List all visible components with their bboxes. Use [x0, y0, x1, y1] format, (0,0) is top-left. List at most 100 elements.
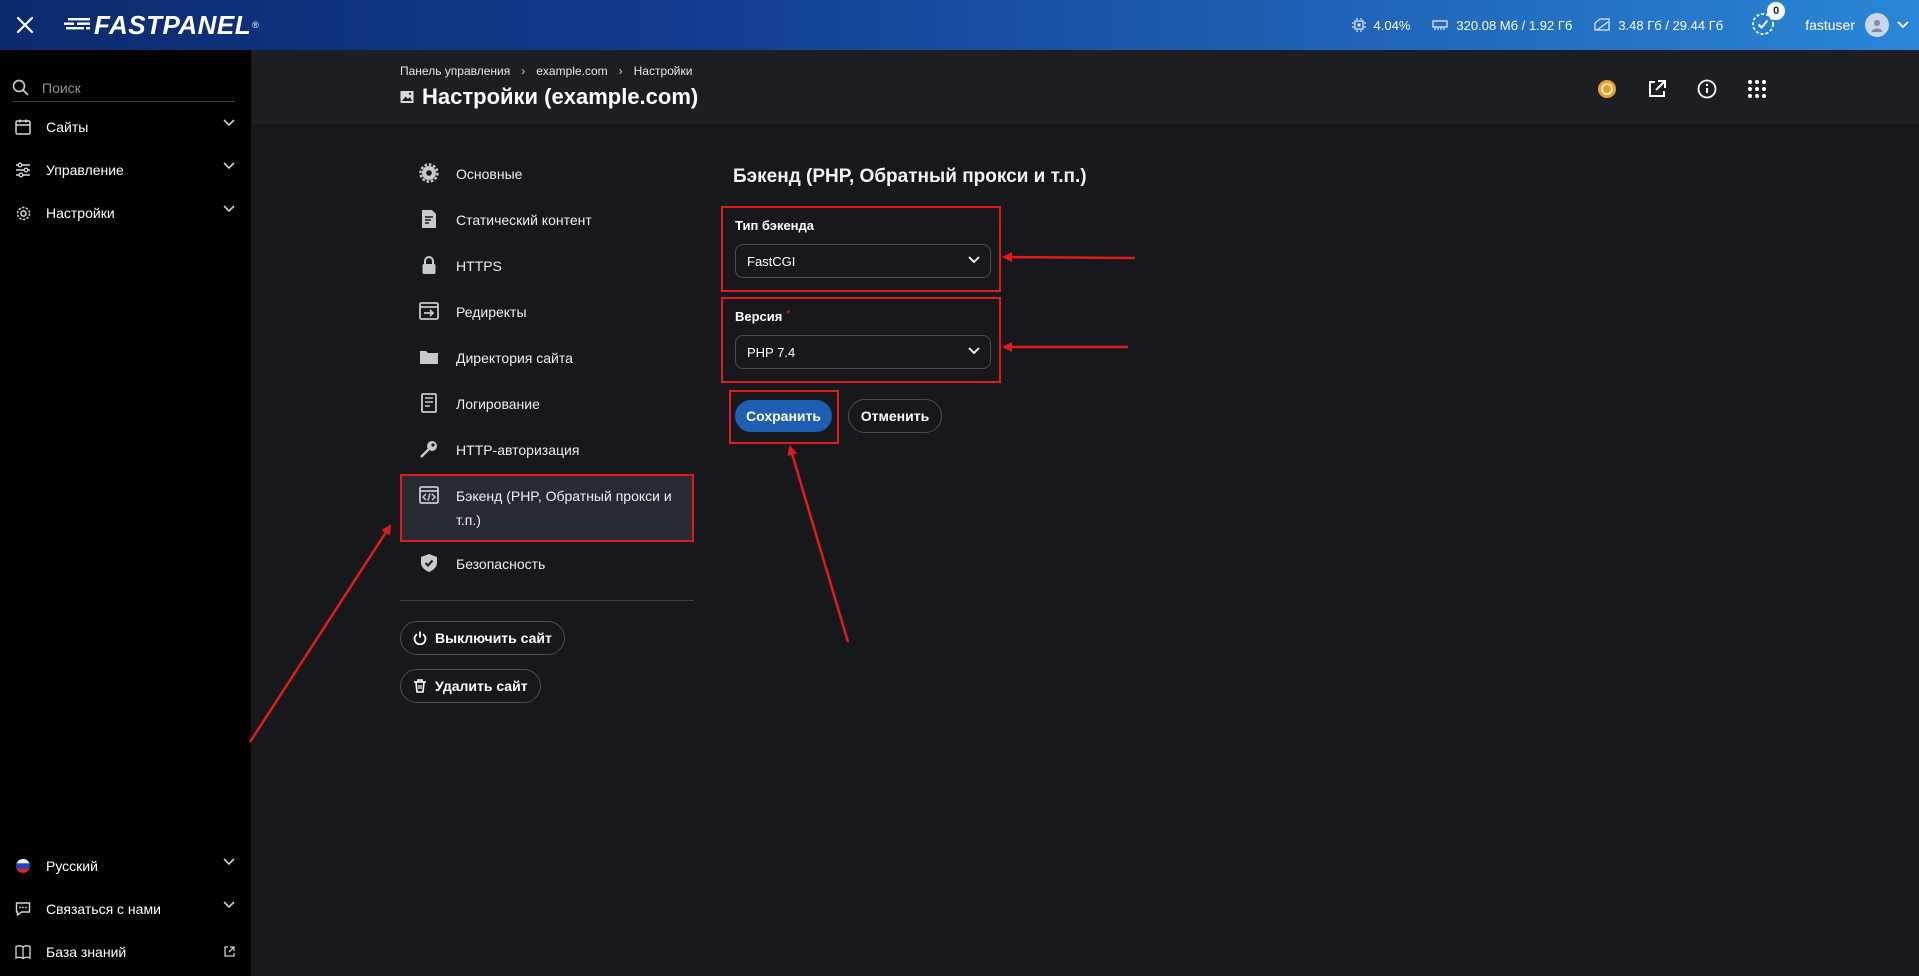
- brand-registered-mark: ®: [252, 20, 259, 30]
- sidebar-item-label: База знаний: [46, 944, 127, 960]
- breadcrumb-control-panel[interactable]: Панель управления: [400, 64, 510, 78]
- cpu-value: 4.04%: [1373, 17, 1411, 33]
- version-label: Версия *: [735, 309, 790, 324]
- settings-menu-label: HTTP-авторизация: [456, 442, 580, 458]
- settings-menu-label: Директория сайта: [456, 350, 573, 366]
- external-link-icon: [224, 946, 235, 957]
- settings-menu-item-backend[interactable]: Бэкенд (PHP, Обратный прокси и т.п.): [400, 474, 694, 542]
- settings-menu-label: Безопасность: [456, 556, 546, 572]
- chevron-down-icon: [223, 119, 235, 127]
- lock-icon: [418, 254, 440, 276]
- cancel-button[interactable]: Отменить: [848, 399, 942, 433]
- key-icon: [418, 438, 440, 460]
- document-icon: [418, 208, 440, 230]
- sidebar-item-label: Управление: [46, 162, 124, 178]
- version-value: PHP 7.4: [747, 344, 796, 360]
- avatar: [1865, 13, 1889, 37]
- sidebar-item-label: Настройки: [46, 205, 115, 221]
- settings-menu-label: Статический контент: [456, 212, 592, 228]
- cpu-icon: [1351, 18, 1366, 32]
- delete-site-button[interactable]: Удалить сайт: [400, 669, 541, 703]
- grid-icon: [1748, 80, 1766, 98]
- sidebar: Поиск Сайты Управление Настройки Русский…: [0, 50, 251, 976]
- user-icon: [1871, 20, 1883, 32]
- settings-menu-label: Логирование: [456, 396, 540, 412]
- delete-site-label: Удалить сайт: [435, 678, 528, 694]
- settings-menu-label: HTTPS: [456, 258, 502, 274]
- chevron-down-icon: [223, 205, 235, 213]
- save-button[interactable]: Сохранить: [735, 400, 832, 432]
- info-button[interactable]: [1695, 77, 1719, 101]
- cpu-stat: 4.04%: [1351, 17, 1411, 33]
- required-mark: *: [786, 309, 791, 320]
- image-icon: [400, 91, 414, 103]
- version-label-text: Версия: [735, 309, 783, 324]
- fastpanel-logo[interactable]: FASTPANEL ®: [64, 10, 259, 41]
- memory-value: 320.08 Мб / 1.92 Гб: [1456, 17, 1573, 33]
- tasks-button[interactable]: 0: [1751, 1, 1786, 39]
- trash-icon: [414, 679, 426, 693]
- sidebar-item-settings[interactable]: Настройки: [0, 193, 251, 233]
- settings-menu-item-logging[interactable]: Логирование: [400, 382, 694, 428]
- sidebar-item-language[interactable]: Русский: [0, 846, 251, 886]
- coin-icon: [1598, 80, 1616, 98]
- settings-menu-item-general[interactable]: Основные: [400, 152, 694, 198]
- billing-coin-button[interactable]: [1595, 77, 1619, 101]
- disk-icon: [1594, 18, 1610, 31]
- backend-type-field: Тип бэкенда FastCGI: [721, 206, 1001, 292]
- sidebar-item-contact[interactable]: Связаться с нами: [0, 889, 251, 929]
- sidebar-item-knowledge-base[interactable]: База знаний: [0, 932, 251, 972]
- backend-type-select[interactable]: FastCGI: [735, 244, 991, 278]
- calendar-icon: [14, 118, 32, 136]
- backend-type-value: FastCGI: [747, 253, 796, 269]
- header-actions: [1569, 77, 1769, 101]
- settings-menu-label: Бэкенд (PHP, Обратный прокси и т.п.): [456, 488, 672, 528]
- disable-site-row: Выключить сайт: [400, 621, 694, 655]
- redirect-icon: [418, 300, 440, 322]
- book-icon: [14, 943, 32, 961]
- chevron-down-icon: [968, 256, 980, 264]
- settings-menu-label: Основные: [456, 166, 523, 182]
- settings-menu-item-static-content[interactable]: Статический контент: [400, 198, 694, 244]
- search-icon: [12, 79, 29, 96]
- disk-stat: 3.48 Гб / 29.44 Гб: [1594, 18, 1723, 33]
- apps-grid-button[interactable]: [1745, 77, 1769, 101]
- folder-icon: [418, 346, 440, 368]
- breadcrumb-separator: ›: [521, 64, 526, 78]
- info-icon: [1697, 79, 1717, 99]
- open-site-button[interactable]: [1645, 77, 1669, 101]
- chevron-down-icon: [223, 162, 235, 170]
- version-select[interactable]: PHP 7.4: [735, 335, 991, 369]
- settings-menu: Основные Статический контент HTTPS Редир…: [400, 152, 694, 703]
- disk-value: 3.48 Гб / 29.44 Гб: [1618, 17, 1724, 33]
- settings-menu-item-http-auth[interactable]: HTTP-авторизация: [400, 428, 694, 474]
- settings-menu-item-site-directory[interactable]: Директория сайта: [400, 336, 694, 382]
- code-icon: [418, 484, 440, 506]
- main-content: Основные Статический контент HTTPS Редир…: [251, 124, 1919, 976]
- breadcrumb-site[interactable]: example.com: [536, 64, 607, 78]
- sidebar-item-label: Связаться с нами: [46, 901, 161, 917]
- chat-icon: [14, 900, 32, 918]
- breadcrumb: Панель управления › example.com › Настро…: [400, 64, 692, 78]
- search-input[interactable]: Поиск: [12, 74, 235, 102]
- gear-icon: [14, 204, 32, 222]
- external-link-icon: [1649, 80, 1666, 97]
- close-menu-button[interactable]: [0, 0, 50, 50]
- disable-site-button[interactable]: Выключить сайт: [400, 621, 565, 655]
- breadcrumb-separator: ›: [618, 64, 623, 78]
- sidebar-item-management[interactable]: Управление: [0, 150, 251, 190]
- log-icon: [418, 392, 440, 414]
- settings-menu-item-redirects[interactable]: Редиректы: [400, 290, 694, 336]
- memory-stat: 320.08 Мб / 1.92 Гб: [1432, 18, 1572, 33]
- settings-menu-item-security[interactable]: Безопасность: [400, 542, 694, 588]
- brand-name: FASTPANEL: [94, 9, 252, 40]
- sidebar-item-sites[interactable]: Сайты: [0, 107, 251, 147]
- delete-site-row: Удалить сайт: [400, 669, 694, 703]
- disable-site-label: Выключить сайт: [435, 630, 552, 646]
- chevron-down-icon: [1897, 21, 1909, 29]
- power-icon: [413, 631, 427, 645]
- user-menu[interactable]: fastuser: [1805, 13, 1909, 37]
- version-field: Версия * PHP 7.4: [721, 297, 1001, 383]
- settings-menu-item-https[interactable]: HTTPS: [400, 244, 694, 290]
- backend-type-label: Тип бэкенда: [735, 218, 815, 233]
